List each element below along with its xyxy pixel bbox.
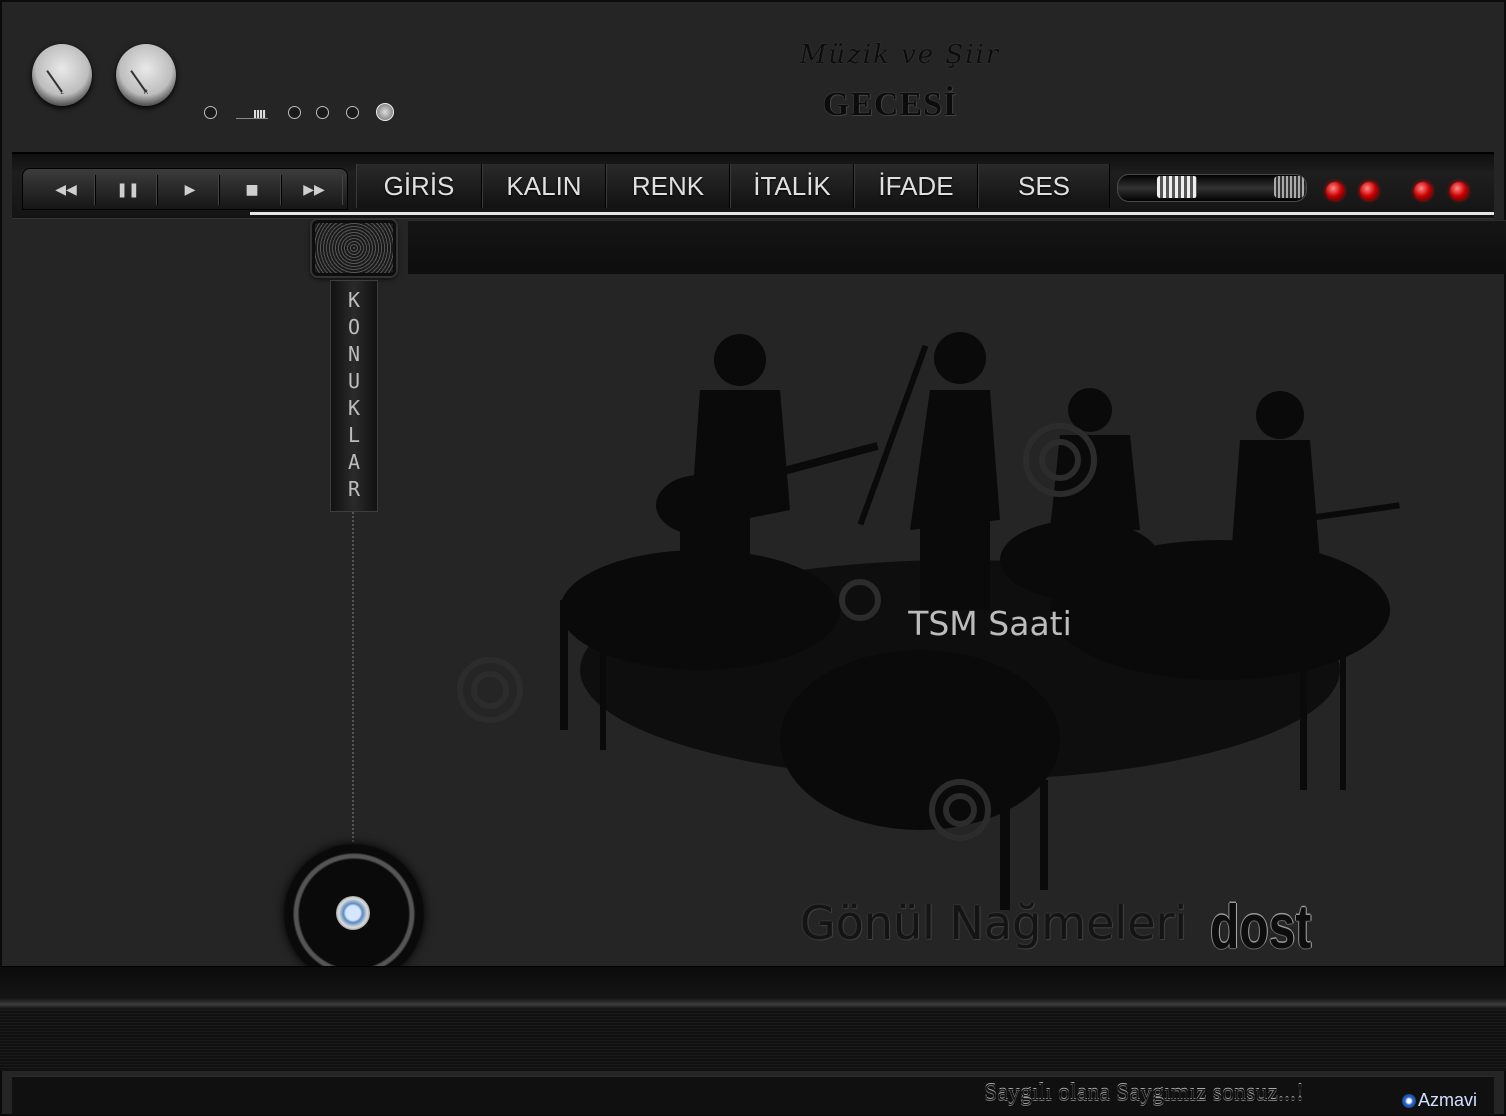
pause-button[interactable]: ❚❚ bbox=[99, 175, 158, 205]
knob-small[interactable] bbox=[346, 106, 359, 119]
play-button[interactable]: ▶ bbox=[161, 175, 220, 205]
menu-giris[interactable]: GİRİS bbox=[356, 164, 482, 208]
content-header-bar bbox=[408, 220, 1506, 274]
volume-knob[interactable] bbox=[376, 103, 394, 121]
speaker-grille bbox=[312, 220, 396, 276]
menu-ses[interactable]: SES bbox=[978, 164, 1110, 208]
brand-link[interactable]: Azmavi bbox=[1402, 1090, 1506, 1114]
toolbar: ◀◀ ❚❚ ▶ ■ ▶▶ GİRİS KALIN RENK İTALİK İFA… bbox=[12, 152, 1494, 219]
knob-small[interactable] bbox=[204, 106, 217, 119]
rewind-button[interactable]: ◀◀ bbox=[37, 175, 96, 205]
menu-italik[interactable]: İTALİK bbox=[730, 164, 854, 208]
volume-slider-thumb[interactable] bbox=[1157, 176, 1197, 198]
logo-title: GECESİ bbox=[822, 86, 958, 123]
brand-icon bbox=[1402, 1094, 1416, 1108]
bottom-mesh bbox=[0, 1010, 1506, 1068]
vu-channel-label: R bbox=[143, 89, 149, 96]
led-indicator bbox=[1360, 182, 1378, 200]
vu-meter-left: L bbox=[32, 44, 92, 106]
led-indicator bbox=[1414, 182, 1432, 200]
disc-center-icon bbox=[336, 896, 370, 930]
footer-motto: Saygılı olana Saygımız sonsuz...! bbox=[984, 1080, 1304, 1106]
led-indicator bbox=[1326, 182, 1344, 200]
stop-button[interactable]: ■ bbox=[223, 175, 282, 205]
balance-slider-thumb[interactable] bbox=[1274, 176, 1304, 198]
toolbar-divider bbox=[250, 212, 1494, 215]
led-indicator bbox=[1450, 182, 1468, 200]
knob-small[interactable] bbox=[288, 106, 301, 119]
guests-tab[interactable]: KONUKLAR bbox=[330, 280, 378, 512]
mini-slider[interactable] bbox=[236, 110, 268, 119]
guests-tab-label: KONUKLAR bbox=[347, 288, 361, 501]
menu-renk[interactable]: RENK bbox=[606, 164, 730, 208]
vu-channel-label: L bbox=[60, 89, 64, 96]
transport-controls: ◀◀ ❚❚ ▶ ■ ▶▶ bbox=[22, 168, 348, 210]
forward-button[interactable]: ▶▶ bbox=[285, 175, 343, 205]
dotted-connector bbox=[352, 512, 354, 842]
signature-text: Gönül Nağmeleri bbox=[800, 896, 1188, 950]
brand-label: Azmavi bbox=[1418, 1090, 1478, 1110]
knob-small[interactable] bbox=[316, 106, 329, 119]
tsm-saati-label: TSM Saati bbox=[908, 604, 1072, 643]
logo-script: Müzik ve Şiir bbox=[799, 40, 1001, 70]
menu-ifade[interactable]: İFADE bbox=[854, 164, 978, 208]
menu-kalin[interactable]: KALIN bbox=[482, 164, 606, 208]
vu-meter-right: R bbox=[116, 44, 176, 106]
